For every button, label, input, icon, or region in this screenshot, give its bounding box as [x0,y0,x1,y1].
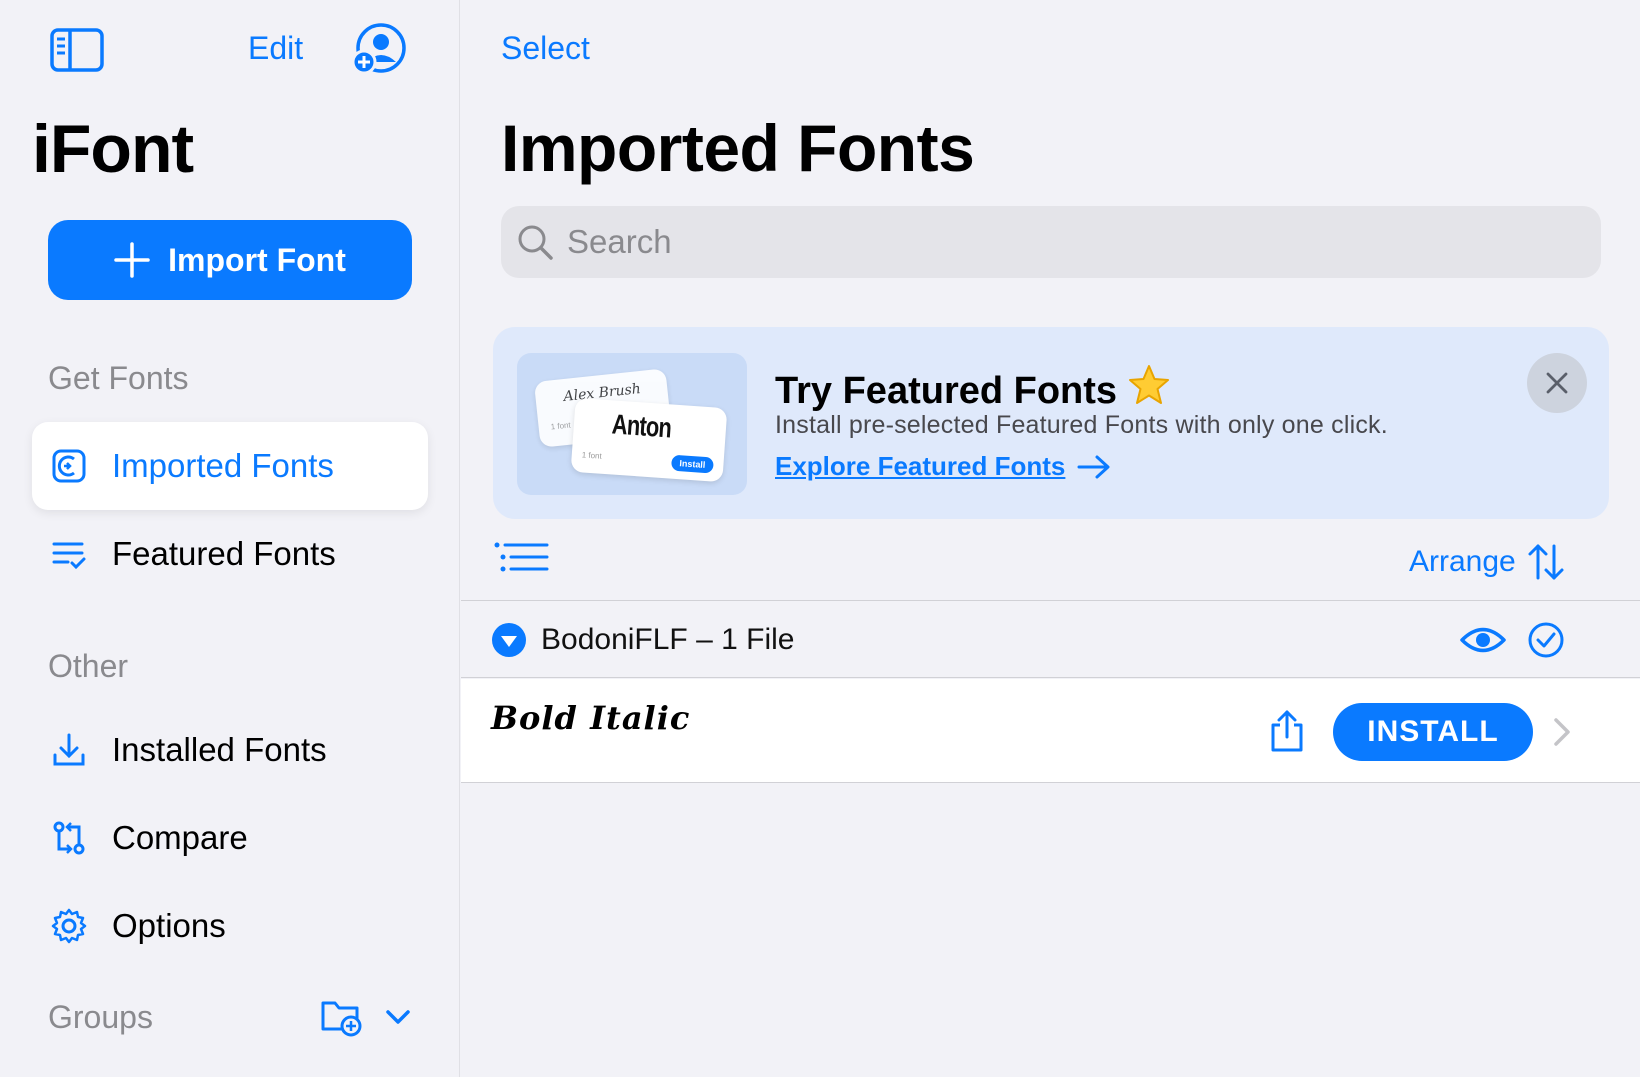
sidebar-item-label: Imported Fonts [112,447,334,484]
sidebar-item-featured-fonts[interactable]: Featured Fonts [32,510,428,598]
compare-icon [53,821,85,855]
banner-thumbnail: Alex Brush 1 font Anton 1 font Install [517,353,747,495]
sidebar: Edit iFont Import Font Get Fonts Importe… [0,0,460,1077]
sidebar-item-options[interactable]: Options [32,882,428,970]
font-style-row[interactable]: Bold Italic INSTALL [461,679,1640,783]
download-icon [53,733,85,766]
section-header-groups: Groups [48,999,153,1035]
sidebar-item-imported-fonts[interactable]: Imported Fonts [32,422,428,510]
section-header-other: Other [48,648,129,684]
search-bar[interactable] [501,206,1601,278]
close-icon [1546,372,1568,394]
sidebar-item-label: Installed Fonts [112,731,327,768]
font-style-name: Bold Italic [491,699,691,737]
sidebar-item-installed-fonts[interactable]: Installed Fonts [32,706,428,794]
select-button[interactable]: Select [501,30,590,67]
thumbnail-card-back-sub: 1 font [550,420,572,432]
sort-icon [1528,544,1564,580]
chevron-right-icon[interactable] [1551,717,1573,747]
list-view-icon[interactable] [493,540,549,580]
arrange-button[interactable]: Arrange [1409,542,1566,582]
thumbnail-card-front-font: Anton [610,408,673,444]
featured-fonts-icon [52,542,86,570]
sidebar-item-compare[interactable]: Compare [32,794,428,882]
section-header-get-fonts: Get Fonts [48,360,189,396]
install-button[interactable]: INSTALL [1333,703,1533,761]
import-font-button[interactable]: Import Font [48,220,412,300]
close-banner-button[interactable] [1527,353,1587,413]
banner-title: Try Featured Fonts [775,363,1171,413]
edit-button[interactable]: Edit [248,30,303,67]
font-group-header[interactable]: BodoniFLF – 1 File [461,600,1640,678]
imported-fonts-icon [52,449,86,483]
eye-icon[interactable] [1459,621,1507,659]
explore-link-label: Explore Featured Fonts [775,451,1066,481]
featured-fonts-banner[interactable]: Alex Brush 1 font Anton 1 font Install T… [493,327,1609,519]
disclosure-triangle-icon[interactable] [491,622,527,658]
sidebar-toggle-icon[interactable] [50,28,104,72]
share-icon[interactable] [1267,709,1307,753]
thumbnail-card-front: Anton 1 font Install [570,397,728,483]
sidebar-item-label: Featured Fonts [112,535,336,572]
arrange-label: Arrange [1409,545,1516,578]
banner-description: Install pre-selected Featured Fonts with… [775,411,1388,439]
sidebar-item-label: Options [112,907,226,944]
star-icon [1129,365,1170,404]
thumbnail-install-badge: Install [670,454,714,474]
plus-icon [114,242,150,278]
search-input[interactable] [567,223,1467,261]
import-font-label: Import Font [168,241,346,278]
search-icon [518,225,553,260]
banner-title-text: Try Featured Fonts [775,370,1118,412]
groups-section: Groups [48,995,418,1043]
checkmark-circle-icon[interactable] [1527,621,1565,659]
main-content: Select Imported Fonts Alex Brush 1 font … [461,0,1640,1077]
font-group-name: BodoniFLF – 1 File [541,623,795,656]
add-account-icon[interactable] [350,22,408,78]
thumbnail-card-front-sub: 1 font [581,450,603,461]
explore-featured-fonts-link[interactable]: Explore Featured Fonts [775,451,1111,482]
app-title: iFont [32,111,194,187]
sidebar-item-label: Compare [112,819,248,856]
gear-icon [51,908,87,944]
arrow-right-icon [1077,455,1110,478]
new-folder-icon[interactable] [320,995,362,1037]
chevron-down-icon[interactable] [382,1001,414,1033]
page-title: Imported Fonts [501,111,975,185]
